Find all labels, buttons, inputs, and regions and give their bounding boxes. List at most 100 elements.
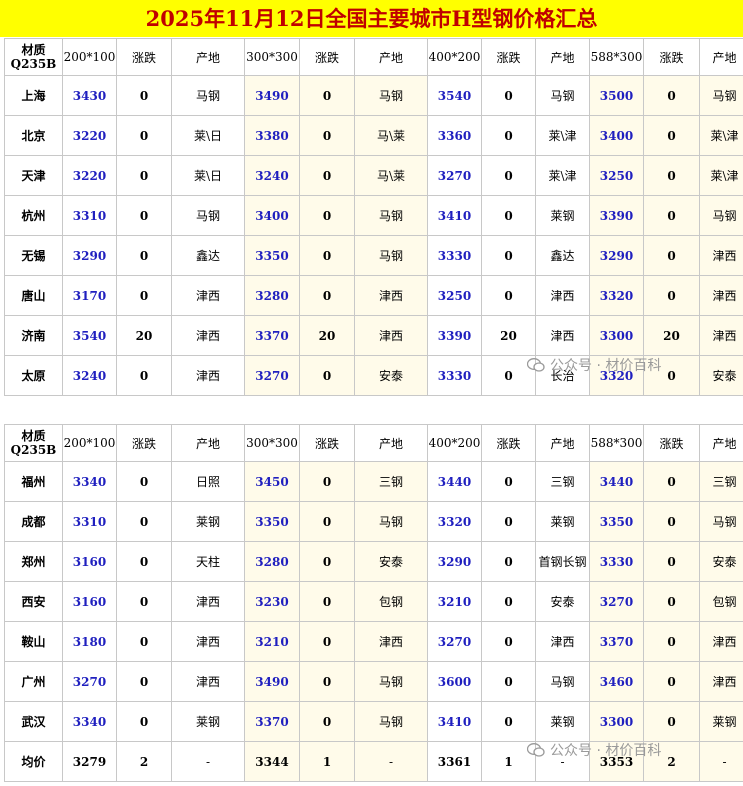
price-cell: 3540 [62,315,117,356]
price-cell: 3400 [244,195,300,236]
origin-cell: 津西 [699,235,743,276]
origin-header: 产地 [699,38,743,76]
average-label: 均价 [4,741,63,782]
average-change: 2 [116,741,172,782]
change-cell: 0 [116,195,172,236]
change-cell: 0 [116,541,172,582]
change-cell: 20 [116,315,172,356]
change-cell: 20 [299,315,355,356]
price-cell: 3360 [427,115,482,156]
change-header: 涨跌 [299,424,355,462]
origin-cell: 安泰 [699,541,743,582]
origin-cell: 安泰 [354,541,428,582]
table-row: 唐山 3170 0 津西 3280 0 津西 3250 0 津西 3320 0 津西 [4,275,743,316]
price-cell: 3350 [589,501,644,542]
origin-header: 产地 [535,424,590,462]
watermark: 公众号 · 材价百科 [526,740,661,760]
price-cell: 3410 [427,195,482,236]
average-origin: - [699,741,743,782]
price-cell: 3340 [62,701,117,742]
origin-cell: 莱钢 [699,701,743,742]
change-cell: 0 [116,581,172,622]
change-cell: 0 [299,461,355,502]
price-cell: 3400 [589,115,644,156]
origin-cell: 津西 [171,621,245,662]
origin-cell: 三钢 [354,461,428,502]
origin-cell: 马钢 [699,501,743,542]
origin-cell: 马钢 [699,195,743,236]
city-cell: 武汉 [4,701,63,742]
change-cell: 20 [643,315,700,356]
price-cell: 3230 [244,581,300,622]
page-title: 2025年11月12日全国主要城市H型钢价格汇总 [0,0,743,37]
price-cell: 3540 [427,75,482,116]
change-cell: 0 [299,355,355,396]
change-cell: 0 [299,621,355,662]
origin-cell: 马钢 [354,235,428,276]
change-cell: 0 [299,501,355,542]
change-cell: 0 [643,661,700,702]
origin-cell: 鑫达 [171,235,245,276]
price-cell: 3240 [244,155,300,196]
change-cell: 0 [481,235,536,276]
origin-cell: 津西 [354,315,428,356]
table-row: 上海 3430 0 马钢 3490 0 马钢 3540 0 马钢 3500 0 马钢 [4,75,743,116]
material-header: 材质 Q235B [4,38,63,76]
change-cell: 0 [299,541,355,582]
price-cell: 3350 [244,235,300,276]
change-header: 涨跌 [481,38,536,76]
price-cell: 3220 [62,155,117,196]
watermark-text: 公众号 · 材价百科 [550,358,662,374]
price-cell: 3370 [589,621,644,662]
change-cell: 0 [481,581,536,622]
city-cell: 广州 [4,661,63,702]
origin-cell: 马钢 [699,75,743,116]
price-cell: 3270 [427,155,482,196]
spec-header: 400*200 [427,424,482,462]
change-cell: 0 [299,581,355,622]
origin-cell: 马钢 [354,75,428,116]
price-cell: 3430 [62,75,117,116]
city-cell: 福州 [4,461,63,502]
change-header: 涨跌 [116,38,172,76]
price-cell: 3330 [427,235,482,276]
price-cell: 3170 [62,275,117,316]
price-cell: 3330 [427,355,482,396]
origin-cell: 三钢 [699,461,743,502]
origin-cell: 津西 [171,661,245,702]
origin-cell: 莱钢 [535,195,590,236]
change-cell: 0 [643,75,700,116]
city-cell: 无锡 [4,235,63,276]
origin-cell: 莱\津 [699,155,743,196]
origin-cell: 马钢 [354,661,428,702]
change-cell: 0 [643,115,700,156]
price-cell: 3310 [62,501,117,542]
price-cell: 3380 [244,115,300,156]
table-row: 鞍山 3180 0 津西 3210 0 津西 3270 0 津西 3370 0 津西 [4,621,743,662]
price-cell: 3280 [244,541,300,582]
change-cell: 0 [116,155,172,196]
origin-cell: 日照 [171,461,245,502]
origin-cell: 莱\津 [699,115,743,156]
price-cell: 3290 [427,541,482,582]
price-cell: 3290 [62,235,117,276]
wechat-icon [526,358,545,372]
table-row: 无锡 3290 0 鑫达 3350 0 马钢 3330 0 鑫达 3290 0 津西 [4,235,743,276]
city-cell: 杭州 [4,195,63,236]
origin-cell: 津西 [171,315,245,356]
change-cell: 0 [643,541,700,582]
change-cell: 0 [299,195,355,236]
price-cell: 3410 [427,701,482,742]
origin-cell: 莱\日 [171,115,245,156]
origin-cell: 津西 [699,661,743,702]
table-row: 福州 3340 0 日照 3450 0 三钢 3440 0 三钢 3440 0 三钢 [4,461,743,502]
change-cell: 0 [116,701,172,742]
price-cell: 3440 [589,461,644,502]
city-cell: 太原 [4,355,63,396]
table-row: 济南 3540 20 津西 3370 20 津西 3390 20 津西 3300 20 津西 [4,315,743,356]
origin-cell: 马钢 [535,75,590,116]
origin-cell: 津西 [171,275,245,316]
spec-header: 300*300 [244,38,300,76]
table-row: 成都 3310 0 莱钢 3350 0 马钢 3320 0 莱钢 3350 0 马钢 [4,501,743,542]
change-header: 涨跌 [643,38,700,76]
